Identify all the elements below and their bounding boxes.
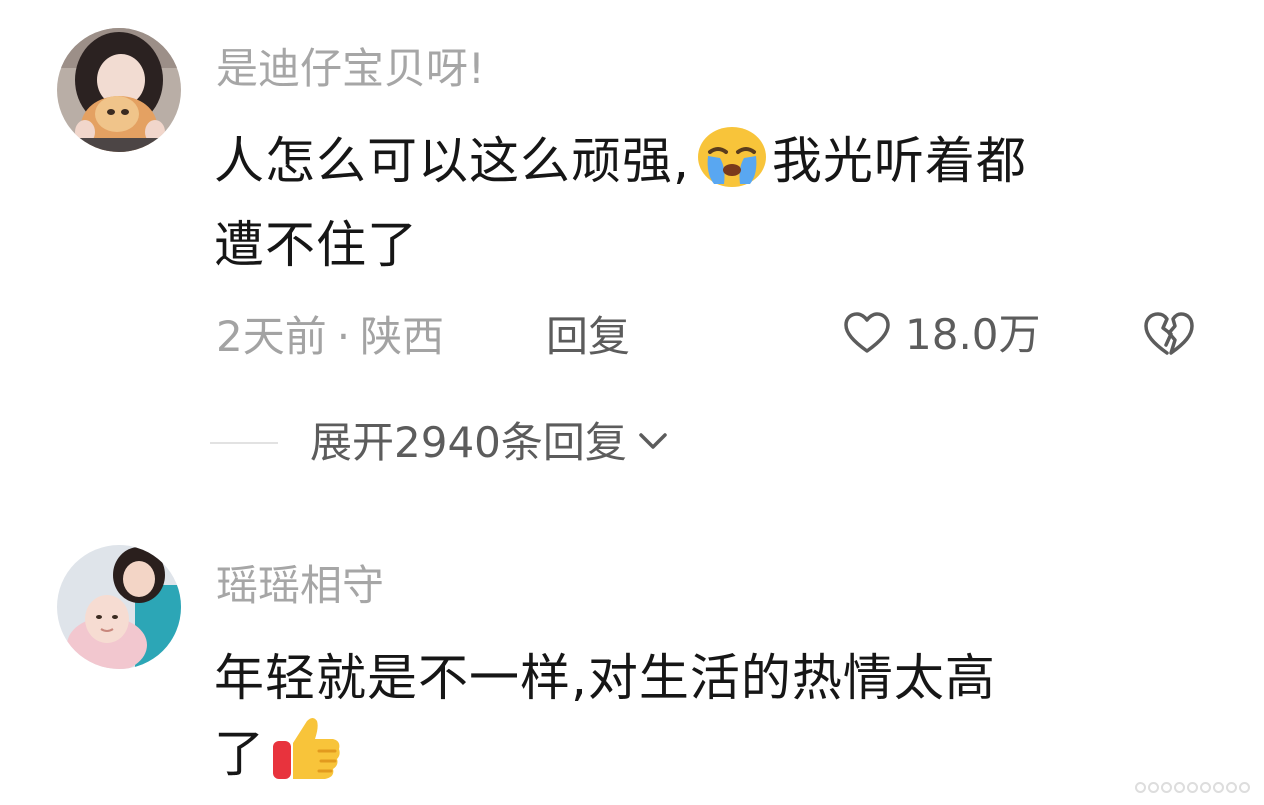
comment-text-part: 我光听着都: [771, 132, 1027, 190]
like-button[interactable]: 18.0万: [843, 310, 1041, 360]
avatar[interactable]: [57, 28, 181, 152]
expand-replies-button[interactable]: 展开2940条回复: [210, 418, 669, 468]
comment-text: 人怎么可以这么顽强, 我光听着都 遭不住了: [214, 124, 1214, 282]
comment-text-part: 遭不住了: [214, 216, 418, 274]
comment-location: 陕西: [360, 312, 445, 361]
divider-line: [210, 442, 278, 444]
heart-outline-icon: [843, 311, 891, 359]
meta-separator: ·: [336, 312, 351, 361]
thumbs-up-icon: [271, 715, 343, 801]
comment-text-part: 年轻就是不一样,对生活的热情太高: [214, 649, 996, 707]
reply-button[interactable]: 回复: [546, 312, 630, 362]
avatar[interactable]: [57, 545, 181, 669]
loudly-crying-face-icon: [696, 126, 768, 208]
comment-text-part: 人怎么可以这么顽强,: [214, 132, 690, 190]
like-count: 18.0万: [905, 310, 1041, 359]
dislike-button[interactable]: [1143, 310, 1195, 362]
username[interactable]: 瑶瑶相守: [216, 561, 384, 611]
watermark: [1135, 782, 1250, 793]
comment-meta: 2天前 · 陕西: [216, 312, 444, 362]
expand-replies-label: 展开2940条回复: [310, 418, 627, 467]
username[interactable]: 是迪仔宝贝呀!: [216, 44, 485, 94]
comment-text-part: 了: [214, 725, 265, 783]
broken-heart-icon: [1143, 312, 1195, 362]
comment-time: 2天前: [216, 312, 327, 361]
chevron-down-icon: [637, 430, 669, 456]
comment-text: 年轻就是不一样,对生活的热情太高 了: [214, 641, 1214, 801]
